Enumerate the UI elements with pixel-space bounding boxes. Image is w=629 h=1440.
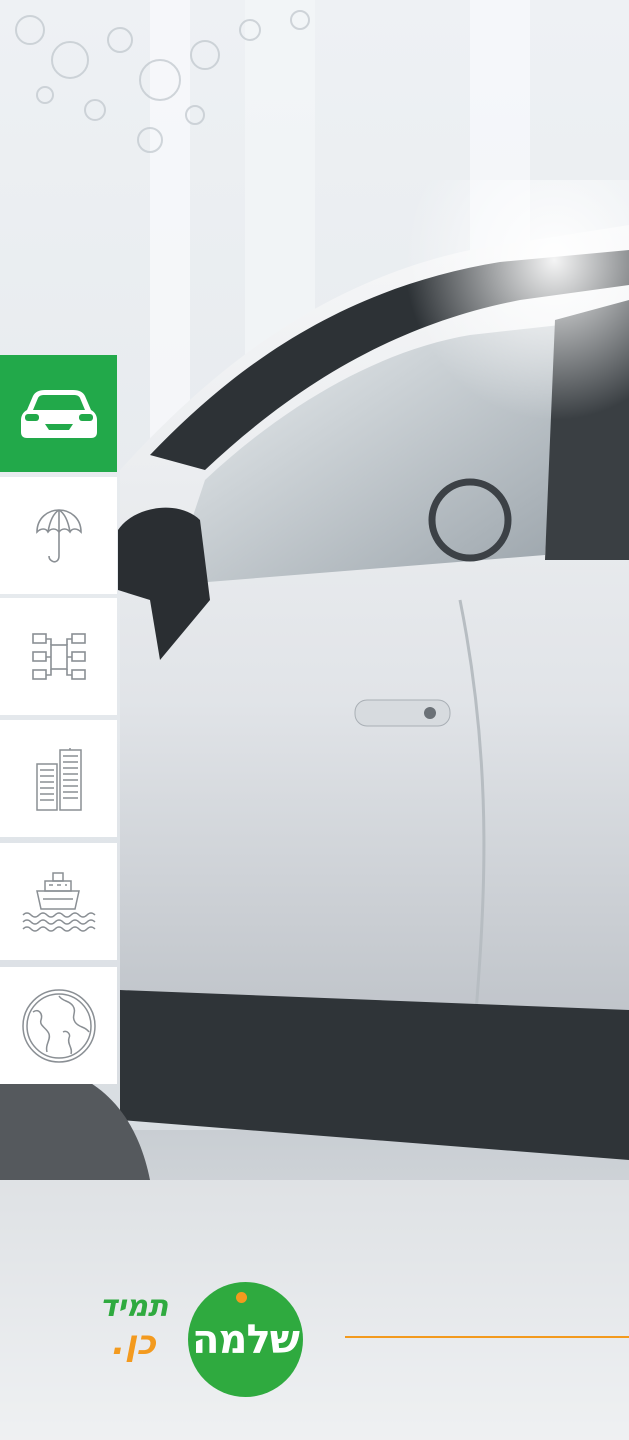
- nav-item-car[interactable]: [0, 355, 117, 472]
- globe-icon: [21, 988, 96, 1063]
- nav-item-umbrella[interactable]: [0, 477, 117, 594]
- buildings-icon: [35, 747, 82, 811]
- nav-item-buildings[interactable]: [0, 720, 117, 837]
- nav-item-structure[interactable]: [0, 598, 117, 715]
- umbrella-icon: [35, 508, 82, 563]
- brand-footer: תמיד כן. שלמה: [0, 1270, 629, 1400]
- ship-icon: [21, 871, 96, 932]
- logo-dot-icon: [236, 1292, 247, 1303]
- car-icon: [20, 389, 97, 438]
- nav-item-ship[interactable]: [0, 843, 117, 960]
- nav-item-globe[interactable]: [0, 967, 117, 1084]
- slogan-line-2: כן.: [112, 1323, 156, 1363]
- divider-line: [345, 1336, 629, 1338]
- logo-text: שלמה: [192, 1316, 300, 1363]
- slogan: תמיד כן.: [84, 1290, 184, 1390]
- slogan-line-1: תמיד: [99, 1289, 169, 1324]
- org-chart-icon: [31, 632, 86, 680]
